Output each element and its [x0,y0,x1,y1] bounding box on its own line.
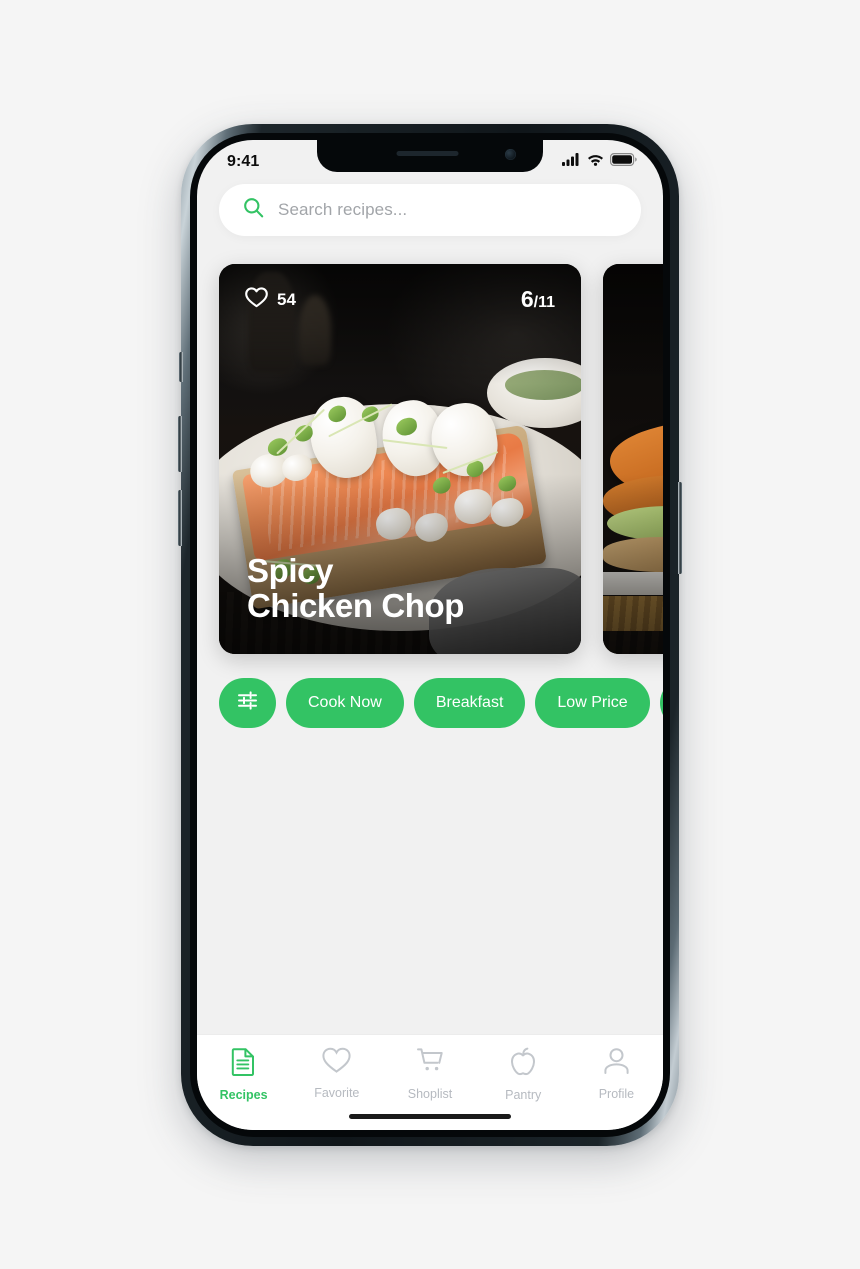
tab-label: Favorite [314,1086,360,1100]
chip-low-price[interactable]: Low Price [535,678,650,728]
filter-chips[interactable]: Cook Now Breakfast Low Price Dinner [219,678,663,728]
tab-profile[interactable]: Profile [570,1047,663,1101]
card-topbar: 54 6/11 [245,286,555,313]
wifi-icon [587,153,604,171]
status-icons [562,153,637,171]
tab-recipes[interactable]: Recipes [197,1047,290,1102]
heart-icon[interactable] [245,286,268,313]
front-camera-icon [505,149,516,160]
cart-icon [416,1047,445,1080]
document-icon [230,1047,257,1081]
tab-label: Pantry [505,1088,542,1102]
recipe-card[interactable] [603,264,663,654]
heart-icon [322,1047,351,1079]
tab-label: Recipes [219,1088,268,1102]
card-page-counter: 6/11 [521,286,555,313]
apple-icon [509,1047,537,1081]
page-current: 6 [520,286,534,312]
phone-frame: 9:41 Search recipes... 54 6/11 Spicy Chi… [178,124,682,1146]
cellular-signal-icon [562,153,581,171]
person-icon [603,1047,630,1080]
screenshot-stage: 9:41 Search recipes... 54 6/11 Spicy Chi… [0,0,860,1269]
filter-button[interactable] [219,678,276,728]
tab-pantry[interactable]: Pantry [477,1047,570,1102]
tab-shoplist[interactable]: Shoplist [383,1047,476,1101]
volume-up-button[interactable] [178,416,182,472]
recipe-card[interactable]: 54 6/11 Spicy Chicken Chop [219,264,581,654]
home-indicator[interactable] [349,1114,511,1119]
filter-sliders-icon [236,689,259,717]
mute-switch[interactable] [179,352,183,382]
chip-dinner[interactable]: Dinner [659,678,663,728]
volume-down-button[interactable] [178,490,182,546]
battery-icon [610,153,637,171]
status-time: 9:41 [227,153,260,170]
app-root: Search recipes... 54 6/11 Spicy Chicken … [197,140,663,1130]
tab-favorite[interactable]: Favorite [290,1047,383,1100]
recipe-photo [603,264,663,654]
tab-label: Profile [598,1087,635,1101]
like-count: 54 [277,289,296,309]
search-icon [243,197,264,223]
recipe-title: Spicy Chicken Chop [247,552,465,625]
recipe-carousel[interactable]: 54 6/11 Spicy Chicken Chop [197,264,663,654]
chip-cook-now[interactable]: Cook Now [286,678,404,728]
chip-breakfast[interactable]: Breakfast [413,678,526,728]
earpiece-speaker-icon [396,151,459,156]
notch [317,140,543,172]
search-placeholder: Search recipes... [278,200,408,219]
phone-screen: 9:41 Search recipes... 54 6/11 Spicy Chi… [197,140,663,1130]
like-group[interactable]: 54 [245,286,296,313]
search-input[interactable]: Search recipes... [219,184,641,236]
page-total: /11 [533,294,555,311]
tab-label: Shoplist [407,1087,453,1101]
power-button[interactable] [678,482,682,574]
